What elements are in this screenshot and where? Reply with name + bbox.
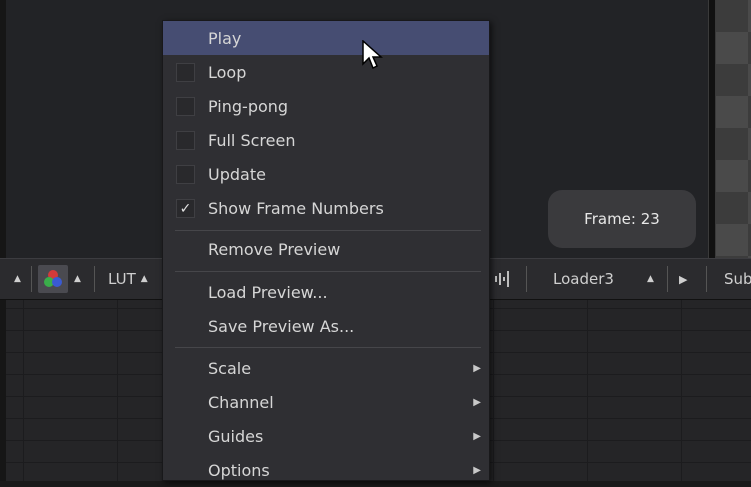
toolbar-separator <box>526 266 527 292</box>
up-arrow-icon: ▲ <box>74 274 81 284</box>
menu-item-label: Remove Preview <box>208 239 341 259</box>
menu-item-save-preview-as[interactable]: Save Preview As... <box>163 309 489 343</box>
toolbar-separator <box>667 266 668 292</box>
menu-item-options[interactable]: Options ▶ <box>163 453 489 487</box>
context-menu: Play Loop Ping-pong Full Screen Update ✓… <box>162 20 490 481</box>
menu-item-label: Guides <box>208 426 264 446</box>
menu-item-label: Channel <box>208 392 274 412</box>
loop-checkbox[interactable] <box>176 63 195 82</box>
frame-number-label: Frame: 23 <box>584 210 660 228</box>
frame-number-badge: Frame: 23 <box>548 190 696 248</box>
menu-item-label: Save Preview As... <box>208 316 355 336</box>
menu-separator <box>175 347 481 348</box>
loader-selector[interactable]: Loader3 <box>553 258 614 300</box>
submenu-arrow-icon: ▶ <box>473 396 481 408</box>
up-arrow-icon: ▲ <box>14 274 21 284</box>
sub-button[interactable]: Sub <box>724 258 751 300</box>
submenu-arrow-icon: ▶ <box>473 430 481 442</box>
menu-item-play[interactable]: Play <box>163 21 489 55</box>
menu-item-remove-preview[interactable]: Remove Preview <box>163 232 489 266</box>
viewer-divider[interactable] <box>708 0 716 258</box>
toolbar-separator <box>706 266 707 292</box>
submenu-arrow-icon: ▶ <box>473 362 481 374</box>
up-arrow-icon: ▲ <box>647 274 654 284</box>
rgb-channels-icon <box>44 270 62 287</box>
mouse-pointer-icon <box>362 40 383 70</box>
loader-dropdown-arrow[interactable]: ▲ <box>647 258 654 300</box>
show-frame-numbers-checkbox[interactable]: ✓ <box>176 199 195 218</box>
toolbar-up-arrow-1[interactable]: ▲ <box>14 258 21 300</box>
color-channels-button[interactable] <box>38 265 68 293</box>
lut-label: LUT <box>108 270 136 288</box>
toolbar-separator <box>31 266 32 292</box>
menu-item-ping-pong[interactable]: Ping-pong <box>163 89 489 123</box>
checkmark-icon: ✓ <box>179 200 192 217</box>
toolbar-up-arrow-2[interactable]: ▲ <box>74 258 81 300</box>
ping-pong-checkbox[interactable] <box>176 97 195 116</box>
full-screen-checkbox[interactable] <box>176 131 195 150</box>
menu-item-guides[interactable]: Guides ▶ <box>163 419 489 453</box>
audio-waveform-button[interactable] <box>495 258 515 300</box>
menu-item-label: Options <box>208 460 270 480</box>
menu-item-load-preview[interactable]: Load Preview... <box>163 275 489 309</box>
loader-label: Loader3 <box>553 270 614 288</box>
submenu-arrow-icon: ▶ <box>473 464 481 476</box>
menu-item-label: Full Screen <box>208 130 296 150</box>
menu-item-full-screen[interactable]: Full Screen <box>163 123 489 157</box>
play-icon: ▶ <box>679 272 688 286</box>
waveform-icon <box>495 271 509 287</box>
menu-item-loop[interactable]: Loop <box>163 55 489 89</box>
menu-item-label: Show Frame Numbers <box>208 198 384 218</box>
menu-item-label: Update <box>208 164 266 184</box>
menu-item-label: Load Preview... <box>208 282 328 302</box>
update-checkbox[interactable] <box>176 165 195 184</box>
up-arrow-icon: ▲ <box>140 274 148 284</box>
menu-item-update[interactable]: Update <box>163 157 489 191</box>
menu-separator <box>175 271 481 272</box>
menu-item-label: Scale <box>208 358 252 378</box>
menu-separator <box>175 230 481 231</box>
menu-item-show-frame-numbers[interactable]: ✓ Show Frame Numbers <box>163 191 489 225</box>
menu-item-label: Play <box>208 28 242 48</box>
menu-item-label: Ping-pong <box>208 96 289 116</box>
lut-button[interactable]: LUT ▲ <box>108 258 148 300</box>
menu-item-scale[interactable]: Scale ▶ <box>163 351 489 385</box>
play-button[interactable]: ▶ <box>679 258 687 300</box>
menu-item-channel[interactable]: Channel ▶ <box>163 385 489 419</box>
menu-item-label: Loop <box>208 62 247 82</box>
sub-label: Sub <box>724 270 751 288</box>
secondary-viewer-checkerboard <box>716 0 751 258</box>
toolbar-separator <box>94 266 95 292</box>
